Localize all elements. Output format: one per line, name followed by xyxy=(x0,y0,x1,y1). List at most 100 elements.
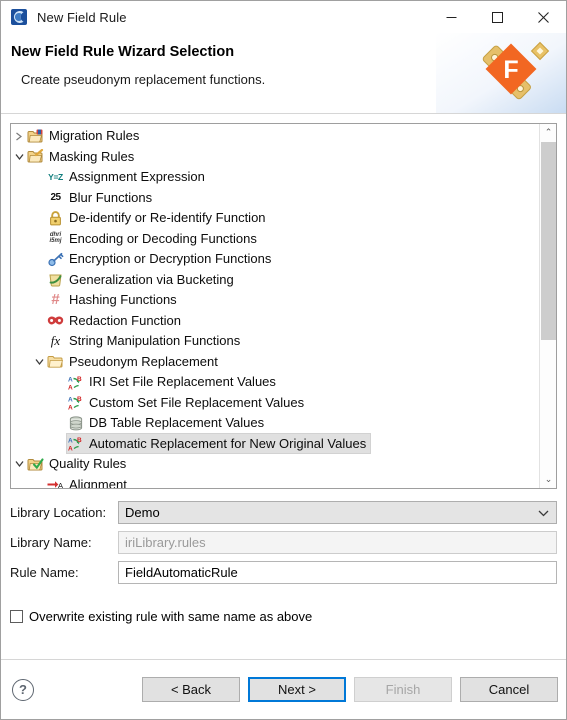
scroll-up-arrow-icon[interactable]: ⌃ xyxy=(540,124,556,141)
library-location-dropdown[interactable]: Demo xyxy=(118,501,557,524)
tree-item[interactable]: Encryption or Decryption Functions xyxy=(11,249,539,270)
cancel-button[interactable]: Cancel xyxy=(460,677,558,702)
database-icon xyxy=(67,415,84,431)
replacement-ab-icon: ABA xyxy=(67,395,84,411)
svg-text:A: A xyxy=(68,384,73,390)
app-swirl-icon xyxy=(10,8,28,26)
page-title: New Field Rule Wizard Selection xyxy=(11,44,235,60)
tree-item[interactable]: Generalization via Bucketing xyxy=(11,270,539,291)
dialog-buttons: < Back Next > Finish Cancel xyxy=(142,677,558,702)
tree-item[interactable]: A Alignment xyxy=(11,475,539,488)
dialog-footer: ? < Back Next > Finish Cancel xyxy=(1,659,566,719)
window-controls xyxy=(428,1,566,33)
tree-item[interactable]: A B A IRI Set File Replacement Values xyxy=(11,372,539,393)
library-name-input: iriLibrary.rules xyxy=(118,531,557,554)
overwrite-checkbox[interactable] xyxy=(10,610,23,623)
tree-item-label: Masking Rules xyxy=(49,148,135,164)
svg-text:A: A xyxy=(68,446,73,452)
bucket-icon xyxy=(47,272,64,288)
key-icon xyxy=(47,251,64,267)
tree-item[interactable]: # Hashing Functions xyxy=(11,290,539,311)
svg-text:A: A xyxy=(68,438,73,445)
tree-item-label: Quality Rules xyxy=(49,456,127,472)
finish-button: Finish xyxy=(354,677,452,702)
tree-item-label: Generalization via Bucketing xyxy=(69,271,234,287)
tree-item[interactable]: fx String Manipulation Functions xyxy=(11,331,539,352)
wizard-header: New Field Rule Wizard Selection Create p… xyxy=(1,33,566,114)
tree-item-label: Blur Functions xyxy=(69,189,153,205)
replacement-ab-icon: ABA xyxy=(67,374,84,390)
tree-item-label: Alignment xyxy=(69,476,127,488)
rule-form: Library Location: Demo Library Name: iri… xyxy=(10,501,557,591)
chevron-down-icon xyxy=(538,502,549,525)
tree-item-label: IRI Set File Replacement Values xyxy=(89,374,276,390)
new-field-rule-dialog: New Field Rule New Field Rule Wizard Sel… xyxy=(0,0,567,720)
chevron-right-icon[interactable] xyxy=(11,132,27,141)
assignment-expression-icon: Y=Z xyxy=(48,172,63,183)
tree-item[interactable]: Masking Rules xyxy=(11,147,539,168)
next-button[interactable]: Next > xyxy=(248,677,346,702)
tree-item-label: Redaction Function xyxy=(69,312,182,328)
hash-icon: # xyxy=(51,291,60,309)
library-location-value: Demo xyxy=(125,505,160,520)
rule-type-tree[interactable]: Migration Rules Masking Rules Y=Z Assignmen… xyxy=(11,124,539,488)
scroll-down-arrow-icon[interactable]: ⌄ xyxy=(540,471,556,488)
tree-item[interactable]: 25 Blur Functions xyxy=(11,188,539,209)
tree-item-label: Encryption or Decryption Functions xyxy=(69,251,272,267)
overwrite-checkbox-label: Overwrite existing rule with same name a… xyxy=(29,609,313,624)
chevron-down-icon[interactable] xyxy=(31,358,47,366)
folder-quality-icon xyxy=(27,456,44,472)
library-name-value: iriLibrary.rules xyxy=(125,535,206,550)
tree-item[interactable]: De-identify or Re-identify Function xyxy=(11,208,539,229)
tree-item[interactable]: A B A Automatic Replacement for New Origina… xyxy=(11,433,539,455)
tree-item-label: Encoding or Decoding Functions xyxy=(69,230,257,246)
tree-item-label: String Manipulation Functions xyxy=(69,333,241,349)
tree-item-label: DB Table Replacement Values xyxy=(89,415,265,431)
svg-text:A: A xyxy=(68,397,73,404)
tree-item[interactable]: Migration Rules xyxy=(11,126,539,147)
tree-item[interactable]: Y=Z Assignment Expression xyxy=(11,167,539,188)
overwrite-checkbox-row[interactable]: Overwrite existing rule with same name a… xyxy=(10,609,557,624)
tree-item[interactable]: Quality Rules xyxy=(11,454,539,475)
tree-item[interactable]: Pseudonym Replacement xyxy=(11,352,539,373)
tree-item[interactable]: Redaction Function xyxy=(11,311,539,332)
tree-item-label: De-identify or Re-identify Function xyxy=(69,210,266,226)
tree-item[interactable]: A B A Custom Set File Replacement Values xyxy=(11,393,539,414)
svg-text:F: F xyxy=(503,56,518,84)
rule-name-value: FieldAutomaticRule xyxy=(125,565,238,580)
rule-name-label: Rule Name: xyxy=(10,565,79,580)
tree-item-label: Pseudonym Replacement xyxy=(69,353,218,369)
tree-item-label: Custom Set File Replacement Values xyxy=(89,394,305,410)
rule-name-input[interactable]: FieldAutomaticRule xyxy=(118,561,557,584)
window-title: New Field Rule xyxy=(37,9,127,25)
redaction-mask-icon xyxy=(47,313,64,329)
svg-text:A: A xyxy=(68,376,73,383)
lock-icon xyxy=(47,210,64,226)
tree-item-label: Hashing Functions xyxy=(69,292,177,308)
replacement-ab-icon: ABA xyxy=(67,436,84,452)
blur-functions-icon: 25 xyxy=(50,191,62,203)
chevron-down-icon[interactable] xyxy=(11,153,27,161)
title-bar: New Field Rule xyxy=(1,1,566,33)
rule-name-row: Rule Name: FieldAutomaticRule xyxy=(10,561,557,584)
close-button[interactable] xyxy=(520,1,566,33)
tree-item-label: Automatic Replacement for New Original V… xyxy=(89,435,367,451)
encoding-decoding-icon: dhri i5mj xyxy=(49,232,62,244)
tree-item[interactable]: DB Table Replacement Values xyxy=(11,413,539,434)
tree-vertical-scrollbar[interactable]: ⌃ ⌄ xyxy=(539,124,556,488)
minimize-button[interactable] xyxy=(428,1,474,33)
rule-type-tree-panel: Migration Rules Masking Rules Y=Z Assignmen… xyxy=(10,123,557,489)
folder-migration-icon xyxy=(27,128,44,144)
folder-masking-icon xyxy=(27,149,44,165)
help-icon[interactable]: ? xyxy=(12,678,34,701)
tree-item-label: Migration Rules xyxy=(49,128,140,144)
tree-item[interactable]: dhri i5mj Encoding or Decoding Functions xyxy=(11,229,539,250)
chevron-down-icon[interactable] xyxy=(11,460,27,468)
svg-text:A: A xyxy=(58,481,63,488)
library-location-label: Library Location: xyxy=(10,505,107,520)
svg-text:A: A xyxy=(68,405,73,411)
scrollbar-thumb[interactable] xyxy=(541,142,556,340)
alignment-arrow-icon: A xyxy=(47,477,64,488)
maximize-button[interactable] xyxy=(474,1,520,33)
back-button[interactable]: < Back xyxy=(142,677,240,702)
